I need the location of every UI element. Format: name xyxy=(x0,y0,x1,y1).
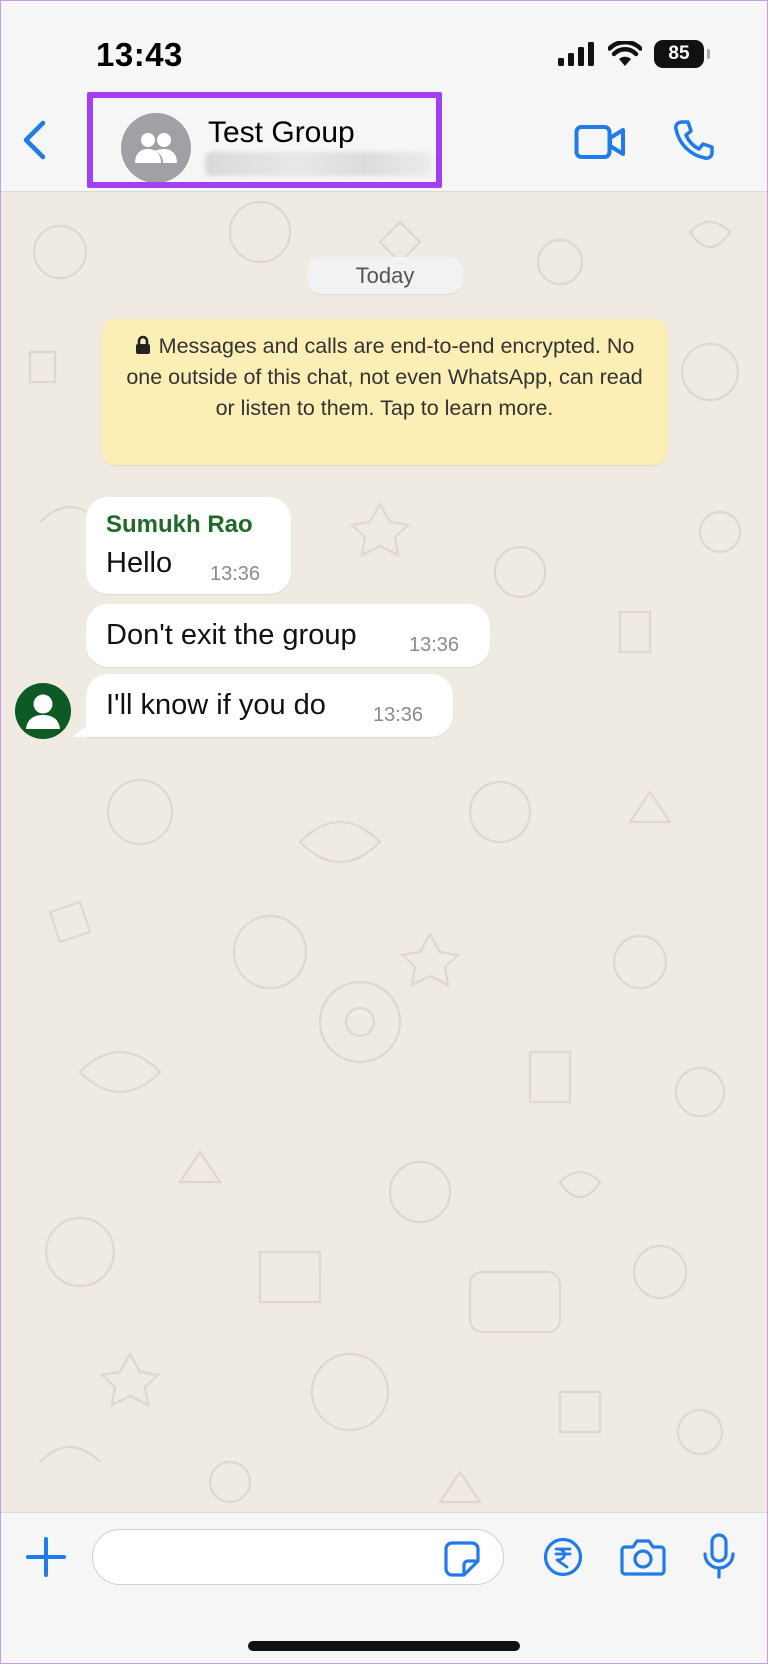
home-indicator xyxy=(248,1641,520,1651)
wifi-icon xyxy=(608,41,642,66)
message-bubble[interactable]: I'll know if you do 13:36 xyxy=(86,674,453,737)
status-icons: 85 xyxy=(558,40,710,68)
payment-button[interactable] xyxy=(543,1537,583,1577)
signal-icon xyxy=(558,42,594,66)
status-bar: 13:43 85 xyxy=(0,0,768,88)
battery-level: 85 xyxy=(668,43,690,64)
sender-avatar[interactable] xyxy=(15,683,71,739)
sticker-button[interactable] xyxy=(444,1541,480,1577)
video-call-button[interactable] xyxy=(574,122,626,162)
back-button[interactable] xyxy=(14,118,54,162)
attach-button[interactable] xyxy=(26,1537,66,1577)
sender-name[interactable]: Sumukh Rao xyxy=(106,511,253,539)
message-bubble[interactable]: Don't exit the group 13:36 xyxy=(86,604,490,667)
encryption-notice[interactable]: Messages and calls are end-to-end encryp… xyxy=(101,319,668,465)
encryption-notice-text: Messages and calls are end-to-end encryp… xyxy=(126,334,643,420)
rupee-payment-icon xyxy=(543,1537,583,1577)
chat-area[interactable]: Today Messages and calls are end-to-end … xyxy=(0,192,768,1512)
sticker-icon xyxy=(444,1541,480,1577)
phone-icon xyxy=(674,120,714,160)
plus-icon xyxy=(26,1537,66,1577)
status-time: 13:43 xyxy=(96,36,183,73)
microphone-icon xyxy=(703,1533,735,1579)
chat-header: Test Group xyxy=(0,88,768,192)
message-input-bar xyxy=(0,1512,768,1664)
message-time: 13:36 xyxy=(210,563,261,585)
lock-icon xyxy=(135,335,150,354)
message-bubble[interactable]: Sumukh Rao Hello 13:36 xyxy=(86,497,291,594)
camera-icon xyxy=(620,1539,666,1576)
message-input[interactable] xyxy=(92,1529,504,1585)
voice-call-button[interactable] xyxy=(672,118,716,162)
battery-indicator: 85 xyxy=(654,40,710,68)
camera-button[interactable] xyxy=(620,1537,666,1577)
message-text: Don't exit the group xyxy=(106,619,357,651)
video-camera-icon xyxy=(574,125,625,159)
date-divider: Today xyxy=(307,257,463,294)
message-time: 13:36 xyxy=(409,634,460,656)
message-time: 13:36 xyxy=(373,704,424,726)
chevron-left-icon xyxy=(23,120,46,160)
microphone-button[interactable] xyxy=(702,1533,736,1579)
highlight-box xyxy=(87,92,442,188)
message-text: I'll know if you do xyxy=(106,689,326,721)
message-text: Hello xyxy=(106,547,173,579)
person-icon xyxy=(26,694,60,729)
